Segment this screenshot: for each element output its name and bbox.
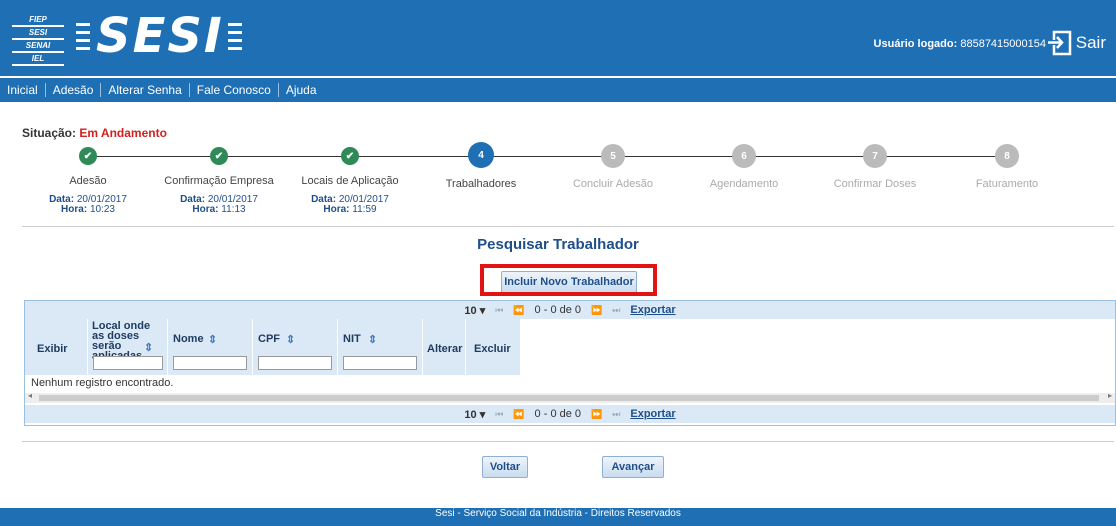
last-page-icon[interactable]: ⏭ — [612, 305, 620, 316]
rows-per-page-select[interactable]: 10 ▾ — [464, 304, 485, 317]
filter-local-input[interactable] — [93, 356, 163, 370]
step-number: 8 — [995, 144, 1019, 168]
brand-stripes-left — [76, 23, 90, 59]
brand-logo: SESI — [96, 8, 224, 64]
step-label: Locais de Aplicação — [301, 175, 399, 187]
footer-copyright: Sesi - Serviço Social da Indústria - Dir… — [435, 508, 681, 519]
step-locais-aplicacao: ✔ Locais de Aplicação Data: 20/01/2017 H… — [280, 144, 420, 215]
sort-icon[interactable]: ⇕ — [286, 333, 295, 346]
next-button[interactable]: Avançar — [602, 456, 664, 478]
logged-user-label: Usuário logado: — [873, 38, 958, 50]
column-alterar: Alterar — [423, 319, 466, 375]
first-page-icon[interactable]: ⏮ — [495, 305, 503, 316]
status-value: Em Andamento — [79, 126, 167, 140]
step-confirmacao-empresa: ✔ Confirmação Empresa Data: 20/01/2017 H… — [149, 144, 289, 215]
next-page-icon[interactable]: ⏩ — [591, 305, 602, 316]
prev-page-icon[interactable]: ⏪ — [513, 409, 524, 420]
nav-adesao[interactable]: Adesão — [46, 83, 102, 97]
status-label: Situação: — [22, 126, 77, 140]
logged-user: Usuário logado: 88587415000154 — [874, 38, 1046, 50]
logo-line-sesi: SESI — [12, 28, 64, 40]
filter-nome-input[interactable] — [173, 356, 247, 370]
step-number: 6 — [732, 144, 756, 168]
step-label: Agendamento — [709, 178, 779, 190]
first-page-icon[interactable]: ⏮ — [495, 409, 503, 420]
pager-bottom: 10 ▾ ⏮ ⏪ 0 - 0 de 0 ⏩ ⏭ Exportar — [25, 405, 1115, 423]
sort-icon[interactable]: ⇕ — [368, 333, 377, 346]
status-line: Situação: Em Andamento — [22, 126, 167, 140]
step-label: Confirmar Doses — [833, 178, 917, 190]
nav-ajuda[interactable]: Ajuda — [279, 83, 324, 97]
step-number: 4 — [468, 142, 494, 168]
step-label: Faturamento — [975, 178, 1039, 190]
header-bar: FIEP SESI SENAI IEL SESI Usuário logado:… — [0, 0, 1116, 76]
last-page-icon[interactable]: ⏭ — [612, 409, 620, 420]
step-agendamento: 6 Agendamento — [674, 144, 814, 190]
step-number: 7 — [863, 144, 887, 168]
logo-line-iel: IEL — [12, 54, 64, 66]
filter-nit-input[interactable] — [343, 356, 417, 370]
export-link[interactable]: Exportar — [630, 304, 675, 316]
export-link[interactable]: Exportar — [630, 408, 675, 420]
logout-icon — [1047, 30, 1072, 56]
highlight-frame — [480, 264, 657, 296]
footer: Sesi - Serviço Social da Indústria - Dir… — [0, 508, 1116, 526]
column-excluir: Excluir — [466, 319, 521, 375]
logged-user-value: 88587415000154 — [960, 38, 1046, 50]
step-label: Trabalhadores — [445, 178, 517, 190]
step-label: Confirmação Empresa — [164, 175, 274, 187]
brand-stripes-right — [228, 23, 242, 59]
main-nav: Inicial Adesão Alterar Senha Fale Conosc… — [0, 78, 1116, 102]
step-concluir-adesao: 5 Concluir Adesão — [543, 144, 683, 190]
scroll-thumb[interactable] — [39, 395, 1099, 401]
rows-per-page-select[interactable]: 10 ▾ — [464, 408, 485, 421]
federation-logo: FIEP SESI SENAI IEL — [12, 15, 64, 67]
step-faturamento: 8 Faturamento — [937, 144, 1077, 190]
check-icon: ✔ — [341, 147, 359, 165]
check-icon: ✔ — [210, 147, 228, 165]
page-info: 0 - 0 de 0 — [534, 408, 582, 420]
divider — [22, 441, 1114, 442]
empty-message: Nenhum registro encontrado. — [31, 377, 174, 389]
column-exibir: Exibir — [25, 319, 88, 375]
step-label: Adesão — [69, 175, 107, 187]
prev-page-icon[interactable]: ⏪ — [513, 305, 524, 316]
column-local[interactable]: Local onde as doses serão aplicadas ⇕ — [88, 319, 168, 375]
step-label: Concluir Adesão — [572, 178, 654, 190]
step-date: Data: 20/01/2017 Hora: 11:59 — [311, 194, 389, 215]
check-icon: ✔ — [79, 147, 97, 165]
sort-icon[interactable]: ⇕ — [144, 341, 153, 354]
logout-label: Sair — [1075, 33, 1106, 52]
step-date: Data: 20/01/2017 Hora: 11:13 — [180, 194, 258, 215]
page-info: 0 - 0 de 0 — [534, 304, 582, 316]
table-header: Exibir Local onde as doses serão aplicad… — [25, 319, 521, 375]
page-title: Pesquisar Trabalhador — [477, 236, 639, 253]
horizontal-scrollbar[interactable]: ◂ ▸ — [25, 391, 1115, 403]
nav-fale-conosco[interactable]: Fale Conosco — [190, 83, 279, 97]
next-page-icon[interactable]: ⏩ — [591, 409, 602, 420]
scroll-right-icon[interactable]: ▸ — [1108, 391, 1112, 400]
column-nome[interactable]: Nome ⇕ — [168, 319, 253, 375]
step-date: Data: 20/01/2017 Hora: 10:23 — [49, 194, 127, 215]
column-cpf[interactable]: CPF ⇕ — [253, 319, 338, 375]
filter-cpf-input[interactable] — [258, 356, 332, 370]
column-nit[interactable]: NIT ⇕ — [338, 319, 423, 375]
logo-line-senai: SENAI — [12, 41, 64, 53]
logo-line-fiep: FIEP — [12, 15, 64, 27]
nav-inicial[interactable]: Inicial — [0, 83, 46, 97]
sort-icon[interactable]: ⇕ — [208, 333, 217, 346]
workers-table: 10 ▾ ⏮ ⏪ 0 - 0 de 0 ⏩ ⏭ Exportar Exibir … — [24, 300, 1116, 426]
step-adesao: ✔ Adesão Data: 20/01/2017 Hora: 10:23 — [18, 144, 158, 215]
scroll-left-icon[interactable]: ◂ — [28, 391, 32, 400]
divider — [22, 226, 1114, 227]
back-button[interactable]: Voltar — [482, 456, 528, 478]
step-confirmar-doses: 7 Confirmar Doses — [805, 144, 945, 190]
logout-button[interactable]: Sair — [1046, 30, 1106, 56]
pager-top: 10 ▾ ⏮ ⏪ 0 - 0 de 0 ⏩ ⏭ Exportar — [25, 301, 1115, 319]
step-number: 5 — [601, 144, 625, 168]
nav-alterar-senha[interactable]: Alterar Senha — [101, 83, 190, 97]
step-trabalhadores: 4 Trabalhadores — [411, 142, 551, 190]
